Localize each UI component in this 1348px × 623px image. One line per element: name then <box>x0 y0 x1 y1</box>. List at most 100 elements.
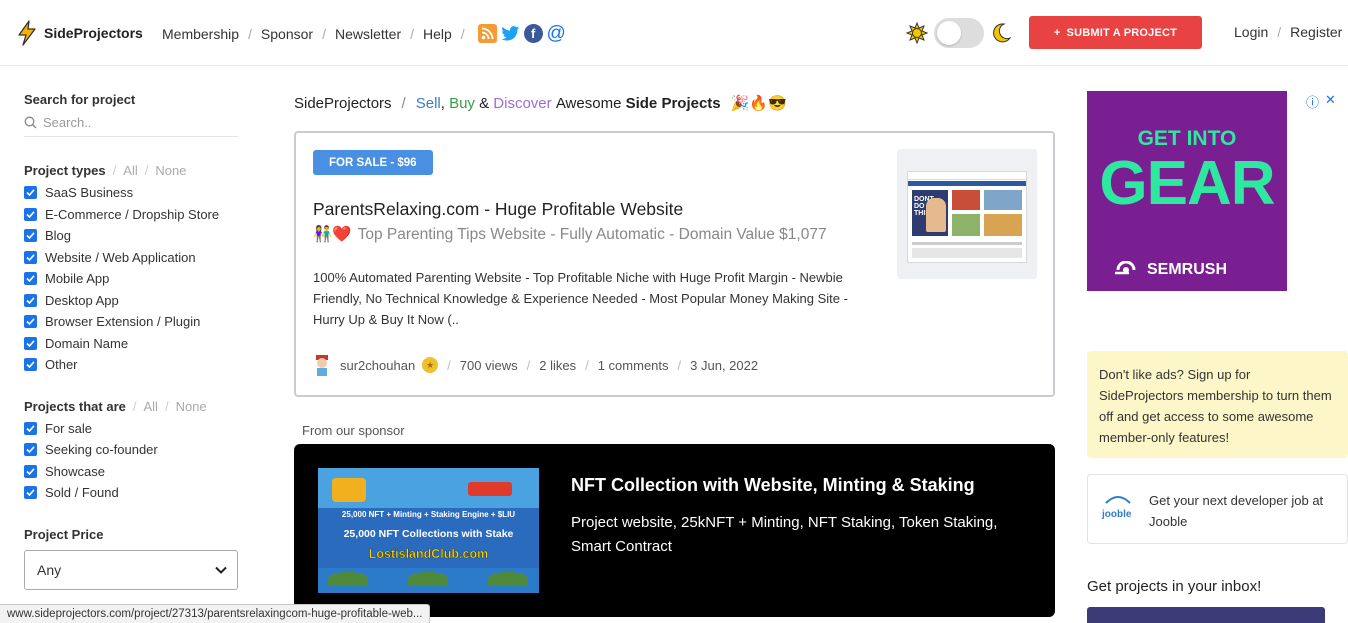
checkbox-label: E-Commerce / Dropship Store <box>45 206 220 222</box>
couple-heart-icon: 👫❤️ <box>313 226 352 243</box>
for-sale-badge: FOR SALE - $96 <box>313 150 433 175</box>
checkbox-website[interactable]: Website / Web Application <box>24 247 238 269</box>
project-card[interactable]: FOR SALE - $96 ParentsRelaxing.com - Hug… <box>294 131 1055 397</box>
filter-separator: / <box>132 398 137 414</box>
logo-text: SideProjectors <box>44 25 143 41</box>
check-icon <box>24 207 37 221</box>
ad-headline-1: GET INTO <box>1137 127 1237 150</box>
theme-toggle[interactable] <box>906 18 1012 48</box>
medal-icon: ★ <box>422 357 439 373</box>
twitter-icon[interactable] <box>501 24 520 43</box>
dark-mode-switch[interactable] <box>934 18 984 48</box>
checkbox-mobile-app[interactable]: Mobile App <box>24 268 238 290</box>
email-icon[interactable]: @ <box>547 23 566 44</box>
author-name[interactable]: sur2chouhan <box>340 358 415 373</box>
nav-help[interactable]: Help <box>423 26 452 42</box>
ad-brand: SEMRUSH <box>1115 261 1227 279</box>
avatar[interactable] <box>313 354 331 376</box>
filter-separator: / <box>144 163 149 178</box>
project-types-all[interactable]: All <box>123 163 137 178</box>
site-header: SideProjectors Membership / Sponsor / Ne… <box>0 0 1348 66</box>
checkbox-label: Mobile App <box>45 271 110 287</box>
tagline-amp: & <box>479 94 490 112</box>
sponsor-image-caption-3: LostislandClub.com <box>368 547 489 561</box>
checkbox-label: Other <box>45 357 78 373</box>
listing-date: 3 Jun, 2022 <box>690 357 759 373</box>
project-title[interactable]: ParentsRelaxing.com - Huge Profitable We… <box>313 199 683 220</box>
check-icon <box>24 293 37 307</box>
meta-separator: / <box>526 357 531 373</box>
nav-membership[interactable]: Membership <box>162 26 239 42</box>
search-input[interactable]: Search.. <box>24 115 238 137</box>
social-links: f @ <box>477 23 566 44</box>
jooble-logo-text: jooble <box>1101 509 1132 520</box>
membership-promo[interactable]: Don't like ads? Sign up for SideProjecto… <box>1087 351 1348 458</box>
facebook-icon[interactable]: f <box>523 24 543 43</box>
nav-separator: / <box>410 25 414 42</box>
nav-newsletter[interactable]: Newsletter <box>335 26 401 42</box>
sponsor-label: From our sponsor <box>302 423 405 438</box>
browser-status-bar: www.sideprojectors.com/project/27313/par… <box>0 604 431 623</box>
views-count: 700 views <box>459 357 518 373</box>
ad-brand-text: SEMRUSH <box>1147 261 1228 278</box>
nav-separator: / <box>460 25 465 42</box>
project-types-title: Project types <box>24 163 106 178</box>
check-icon <box>24 315 37 329</box>
checkbox-other[interactable]: Other <box>24 354 238 376</box>
moon-icon <box>993 23 1012 43</box>
tagline-comma: , <box>440 94 445 112</box>
nav-sponsor[interactable]: Sponsor <box>261 26 313 42</box>
checkbox-label: Website / Web Application <box>45 249 196 265</box>
project-meta: sur2chouhan ★ / 700 views / 2 likes / 1 … <box>313 354 758 376</box>
jooble-logo-icon: jooble <box>1101 496 1132 520</box>
rss-icon[interactable] <box>477 24 497 43</box>
projects-that-are-all[interactable]: All <box>144 399 158 414</box>
login-link[interactable]: Login <box>1234 24 1268 40</box>
sponsor-image-caption-2: 25,000 NFT Collections with Stake <box>343 528 514 540</box>
ad-info-icon[interactable]: ⓘ <box>1306 92 1319 111</box>
project-subtitle-text: Top Parenting Tips Website - Fully Autom… <box>357 225 827 243</box>
checkbox-browser-extension[interactable]: Browser Extension / Plugin <box>24 311 238 333</box>
ad-headline-2: GEAR <box>1099 149 1275 218</box>
register-link[interactable]: Register <box>1290 24 1342 40</box>
project-types-header: Project types / All / None <box>24 163 238 178</box>
check-icon <box>24 229 37 243</box>
semrush-ad[interactable]: GET INTO GEAR SEMRUSH <box>1087 91 1287 291</box>
projects-that-are-none[interactable]: None <box>176 399 207 414</box>
project-types-none[interactable]: None <box>155 163 186 178</box>
ad-close-icon[interactable]: ✕ <box>1325 92 1336 111</box>
breadcrumb-root[interactable]: SideProjectors <box>294 95 392 112</box>
tagline-awesome: Awesome <box>555 94 622 112</box>
checkbox-saas[interactable]: SaaS Business <box>24 182 238 204</box>
checkbox-seeking-cofounder[interactable]: Seeking co-founder <box>24 439 238 461</box>
checkbox-domain-name[interactable]: Domain Name <box>24 333 238 355</box>
site-logo[interactable]: SideProjectors <box>16 20 143 46</box>
auth-separator: / <box>1277 24 1282 40</box>
checkbox-blog[interactable]: Blog <box>24 225 238 247</box>
jooble-jobs-card[interactable]: jooble Get your next developer job at Jo… <box>1087 474 1348 544</box>
checkbox-label: For sale <box>45 420 92 436</box>
comments-count: 1 comments <box>597 357 669 373</box>
checkbox-sold-found[interactable]: Sold / Found <box>24 482 238 504</box>
projects-that-are-title: Projects that are <box>24 398 126 414</box>
semrush-logo-icon <box>1115 261 1136 275</box>
checkbox-ecommerce[interactable]: E-Commerce / Dropship Store <box>24 204 238 226</box>
sponsor-image[interactable]: 25,000 NFT + Minting + Staking Engine + … <box>318 468 539 593</box>
main-nav: Membership / Sponsor / Newsletter / Help… <box>162 23 566 44</box>
search-icon <box>24 116 37 129</box>
project-price-value: Any <box>37 561 62 578</box>
thumbnail-screenshot: DONT DO THIS <box>907 171 1027 263</box>
checkbox-for-sale[interactable]: For sale <box>24 418 238 440</box>
nav-separator: / <box>322 25 326 42</box>
sponsor-title[interactable]: NFT Collection with Website, Minting & S… <box>571 475 975 496</box>
check-icon <box>24 186 37 200</box>
check-icon <box>24 358 37 372</box>
project-thumbnail[interactable]: DONT DO THIS <box>897 149 1037 279</box>
checkbox-desktop-app[interactable]: Desktop App <box>24 290 238 312</box>
sponsor-card[interactable]: 25,000 NFT + Minting + Staking Engine + … <box>294 444 1055 617</box>
project-price-select[interactable]: Any <box>24 549 238 590</box>
checkbox-showcase[interactable]: Showcase <box>24 461 238 483</box>
submit-project-label: SUBMIT A PROJECT <box>1066 26 1178 39</box>
breadcrumb: SideProjectors / Sell, Buy & Discover Aw… <box>294 94 787 113</box>
submit-project-button[interactable]: + SUBMIT A PROJECT <box>1029 16 1202 49</box>
